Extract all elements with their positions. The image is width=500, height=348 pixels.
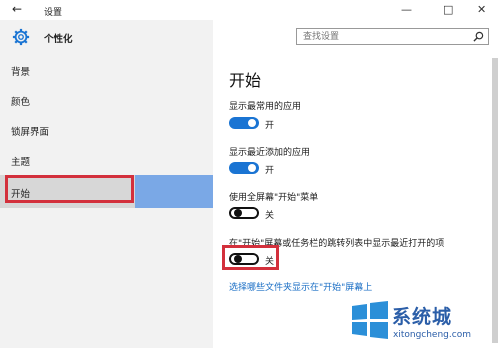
toggle-knob xyxy=(248,119,256,127)
sidebar-item-themes[interactable]: 主题 xyxy=(0,145,213,175)
watermark: 系统城 xitongcheng.com xyxy=(348,296,498,348)
sidebar-title: 个性化 xyxy=(44,34,73,45)
gear-icon xyxy=(12,28,30,46)
watermark-url: xitongcheng.com xyxy=(393,330,471,340)
highlight-box-toggle xyxy=(222,245,279,270)
setting-label-full-screen: 使用全屏幕"开始"菜单 xyxy=(229,193,319,203)
page-title: 开始 xyxy=(229,71,262,90)
sidebar-item-colors[interactable]: 颜色 xyxy=(0,85,213,115)
toggle-state: 开 xyxy=(265,166,275,176)
maximize-icon[interactable]: □ xyxy=(443,3,453,16)
toggle-most-used[interactable] xyxy=(229,117,259,129)
search-icon[interactable] xyxy=(473,31,484,42)
window-title: 设置 xyxy=(44,8,63,18)
sidebar-item-label: 主题 xyxy=(11,157,31,168)
close-icon[interactable]: ✕ xyxy=(477,3,486,16)
toggle-recently-added[interactable] xyxy=(229,162,259,174)
windows-logo-icon xyxy=(352,301,388,339)
search-box[interactable] xyxy=(296,28,489,45)
title-bar: ← 设置 — □ ✕ xyxy=(0,0,500,20)
toggle-full-screen[interactable] xyxy=(229,207,259,219)
sidebar-item-background[interactable]: 背景 xyxy=(0,55,213,85)
toggle-knob xyxy=(234,209,242,217)
sidebar-item-label: 锁屏界面 xyxy=(11,127,50,138)
toggle-state: 开 xyxy=(265,121,275,131)
setting-label-most-used: 显示最常用的应用 xyxy=(229,102,302,112)
sidebar-item-label: 颜色 xyxy=(11,97,31,108)
watermark-brand: 系统城 xyxy=(392,306,453,328)
sidebar-header: 个性化 xyxy=(0,20,213,56)
toggle-state: 关 xyxy=(265,211,275,221)
sidebar-item-label: 背景 xyxy=(11,67,31,78)
toggle-knob xyxy=(248,164,256,172)
minimize-icon[interactable]: — xyxy=(401,3,412,16)
choose-folders-link[interactable]: 选择哪些文件夹显示在"开始"屏幕上 xyxy=(229,280,372,293)
search-input[interactable] xyxy=(297,29,473,44)
setting-label-recently-added: 显示最近添加的应用 xyxy=(229,148,311,158)
sidebar-item-lock-screen[interactable]: 锁屏界面 xyxy=(0,115,213,145)
arrow-left-icon[interactable]: ← xyxy=(12,2,22,16)
highlight-box-start xyxy=(5,175,134,203)
